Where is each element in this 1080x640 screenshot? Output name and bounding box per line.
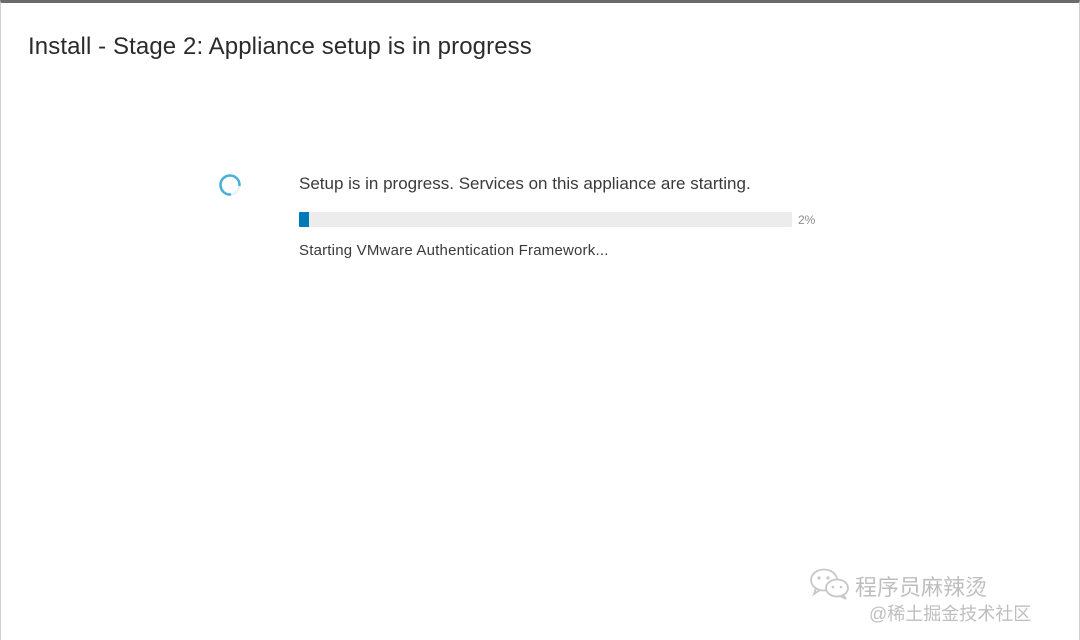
dialog-title: Install - Stage 2: Appliance setup is in…: [28, 33, 532, 60]
watermark-title: 程序员麻辣烫: [855, 575, 988, 600]
progress-percent: 2%: [798, 213, 816, 227]
progress-detail-text: Starting VMware Authentication Framework…: [299, 242, 609, 259]
progress-bar: [299, 212, 792, 227]
loading-spinner-icon: [218, 173, 242, 197]
watermark: 程序员麻辣烫 @稀土掘金技术社区: [809, 566, 1059, 626]
setup-status-text: Setup is in progress. Services on this a…: [299, 174, 751, 193]
progress-bar-fill: [299, 212, 309, 227]
wechat-icon: [809, 566, 851, 602]
watermark-subtitle: @稀土掘金技术社区: [869, 604, 1032, 624]
install-dialog: Install - Stage 2: Appliance setup is in…: [0, 0, 1080, 640]
